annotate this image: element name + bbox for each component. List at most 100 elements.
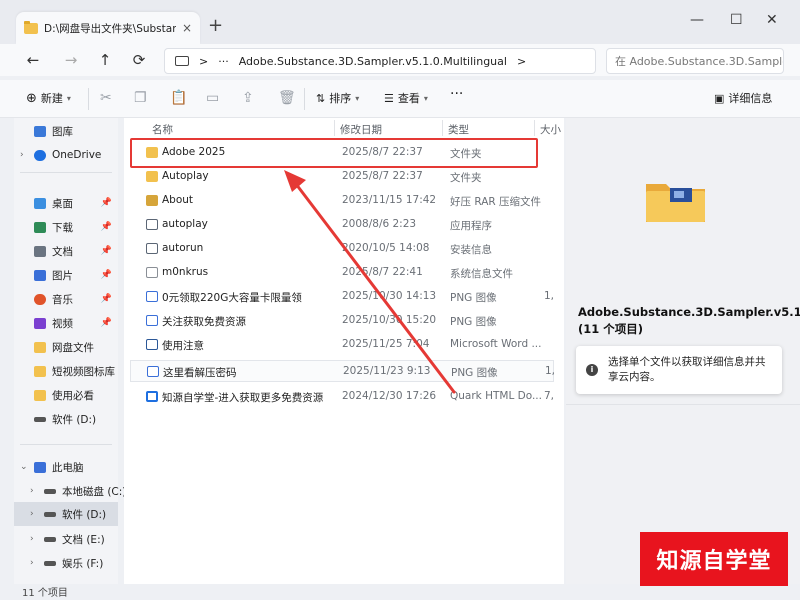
column-header-size[interactable]: 大小: [540, 122, 561, 137]
sidebar-item-this-pc[interactable]: ⌄ 此电脑: [14, 456, 118, 478]
sidebar-item-drive-d[interactable]: 软件 (D:): [14, 408, 118, 430]
column-divider[interactable]: [534, 120, 535, 136]
sidebar-item-videos[interactable]: 视频 📌: [14, 312, 118, 334]
word-document-icon: [146, 339, 158, 350]
new-tab-button[interactable]: +: [208, 17, 223, 35]
delete-icon[interactable]: 🗑: [278, 90, 296, 106]
file-size: 1,: [545, 365, 556, 377]
status-bar: 11 个项目: [0, 584, 800, 600]
sidebar-item-drive-c[interactable]: › 本地磁盘 (C:): [14, 480, 126, 502]
file-row[interactable]: 使用注意 2025/11/25 7:04 Microsoft Word ...: [130, 334, 554, 356]
chevron-down-icon: ▾: [66, 93, 71, 103]
file-date: 2025/11/25 7:04: [342, 338, 430, 350]
navigation-pane: 图库 › OneDrive 桌面 📌 下载 📌 文档 📌 图片 📌 音乐 📌 视…: [14, 118, 126, 584]
file-size: 7,: [544, 390, 555, 402]
sidebar-item-onedrive[interactable]: › OneDrive: [14, 144, 118, 166]
file-type: PNG 图像: [450, 292, 497, 304]
cut-icon[interactable]: ✂: [100, 90, 112, 106]
breadcrumb-ellipsis[interactable]: ···: [218, 55, 229, 68]
chevron-right-icon[interactable]: ›: [30, 486, 34, 496]
file-name: 0元领取220G大容量卡限量领: [162, 292, 302, 304]
address-bar[interactable]: > ··· Adobe.Substance.3D.Sampler.v5.1.0.…: [164, 48, 596, 74]
column-header-type[interactable]: 类型: [448, 122, 469, 137]
sidebar-item-drive-e[interactable]: › 文档 (E:): [14, 528, 118, 550]
column-header-name[interactable]: 名称: [152, 122, 173, 137]
column-divider[interactable]: [334, 120, 335, 136]
close-window-button[interactable]: ✕: [766, 12, 778, 28]
sidebar-item-short-video-icons[interactable]: 短视频图标库: [14, 360, 118, 382]
up-button[interactable]: ↑: [94, 50, 116, 70]
view-button[interactable]: ☰ 查看 ▾: [384, 90, 428, 106]
back-button[interactable]: ←: [22, 50, 44, 70]
sidebar-item-desktop[interactable]: 桌面 📌: [14, 192, 118, 214]
breadcrumb-chevron[interactable]: >: [517, 55, 526, 68]
file-type: Microsoft Word ...: [450, 338, 542, 350]
file-type: PNG 图像: [451, 367, 498, 379]
column-header-date[interactable]: 修改日期: [340, 122, 382, 137]
file-row[interactable]: m0nkrus 2025/8/7 22:41 系统信息文件: [130, 262, 554, 284]
sidebar-item-must-read[interactable]: 使用必看: [14, 384, 118, 406]
file-row[interactable]: Autoplay 2025/8/7 22:37 文件夹: [130, 166, 554, 188]
refresh-button[interactable]: ⟳: [128, 50, 150, 70]
chevron-down-icon[interactable]: ⌄: [20, 462, 28, 472]
sidebar-item-pictures[interactable]: 图片 📌: [14, 264, 118, 286]
sidebar-item-drive-d-selected[interactable]: › 软件 (D:): [14, 502, 118, 526]
details-folder-name: Adobe.Substance.3D.Sampler.v5.1: [578, 305, 800, 319]
rename-icon[interactable]: ▭: [206, 90, 219, 106]
file-row-highlighted[interactable]: 这里看解压密码 2025/11/23 9:13 PNG 图像 1,: [130, 360, 556, 382]
sidebar-item-label: 此电脑: [52, 461, 84, 474]
sidebar-item-label: 桌面: [52, 197, 73, 210]
sidebar-item-label: 本地磁盘 (C:): [62, 485, 127, 498]
file-row[interactable]: autoplay 2008/8/6 2:23 应用程序: [130, 214, 554, 236]
sort-button[interactable]: ⇅ 排序 ▾: [316, 90, 359, 106]
chevron-right-icon[interactable]: ›: [30, 558, 34, 568]
file-row[interactable]: autorun 2020/10/5 14:08 安装信息: [130, 238, 554, 260]
file-type: PNG 图像: [450, 316, 497, 328]
pin-icon[interactable]: 📌: [101, 294, 112, 304]
sidebar-item-netdisk-files[interactable]: 网盘文件: [14, 336, 118, 358]
breadcrumb-current[interactable]: Adobe.Substance.3D.Sampler.v5.1.0.Multil…: [239, 55, 507, 68]
tab-substance[interactable]: D:\网盘导出文件夹\Substance ×: [16, 12, 200, 44]
file-row[interactable]: 知源自学堂-进入获取更多免费资源 2024/12/30 17:26 Quark …: [130, 386, 554, 408]
pin-icon[interactable]: 📌: [101, 198, 112, 208]
pin-icon[interactable]: 📌: [101, 222, 112, 232]
forward-button[interactable]: →: [60, 50, 82, 70]
file-row[interactable]: 0元领取220G大容量卡限量领 2025/10/30 14:13 PNG 图像 …: [130, 286, 554, 308]
file-row[interactable]: About 2023/11/15 17:42 好压 RAR 压缩文件: [130, 190, 554, 212]
details-divider: [566, 404, 800, 405]
sidebar-item-drive-f[interactable]: › 娱乐 (F:): [14, 552, 118, 574]
file-date: 2008/8/6 2:23: [342, 218, 417, 230]
folder-icon: [24, 20, 38, 34]
item-count: 11 个项目: [22, 588, 68, 599]
tab-close-icon[interactable]: ×: [182, 21, 192, 35]
folder-icon: [34, 341, 46, 353]
column-divider[interactable]: [442, 120, 443, 136]
maximize-button[interactable]: ☐: [730, 12, 743, 28]
pin-icon[interactable]: 📌: [101, 270, 112, 280]
cloud-icon: [34, 149, 46, 161]
copy-icon[interactable]: ❐: [134, 90, 147, 106]
large-folder-icon: [646, 184, 705, 222]
pin-icon[interactable]: 📌: [101, 318, 112, 328]
file-row[interactable]: 关注获取免费资源 2025/10/30 15:20 PNG 图像: [130, 310, 554, 332]
chevron-right-icon[interactable]: ›: [30, 534, 34, 544]
minimize-button[interactable]: —: [690, 12, 704, 28]
sort-icon: ⇅: [316, 91, 326, 105]
sidebar-item-gallery[interactable]: 图库: [14, 120, 118, 142]
search-input[interactable]: 在 Adobe.Substance.3D.Sampler.v: [606, 48, 784, 74]
details-button[interactable]: ▣ 详细信息: [714, 90, 772, 106]
sidebar-item-music[interactable]: 音乐 📌: [14, 288, 118, 310]
sidebar-item-label: 文档 (E:): [62, 533, 105, 546]
paste-icon[interactable]: 📋: [170, 90, 187, 106]
drive-icon: [44, 536, 56, 542]
more-button[interactable]: ···: [450, 86, 463, 102]
sidebar-item-documents[interactable]: 文档 📌: [14, 240, 118, 262]
sidebar-item-downloads[interactable]: 下载 📌: [14, 216, 118, 238]
pin-icon[interactable]: 📌: [101, 246, 112, 256]
new-button[interactable]: ⊕ 新建 ▾: [26, 90, 71, 106]
file-name: 关注获取免费资源: [162, 316, 246, 328]
breadcrumb-separator[interactable]: >: [199, 55, 208, 68]
chevron-right-icon[interactable]: ›: [20, 150, 24, 160]
share-icon[interactable]: ⇪: [242, 90, 254, 106]
chevron-right-icon[interactable]: ›: [30, 509, 34, 519]
